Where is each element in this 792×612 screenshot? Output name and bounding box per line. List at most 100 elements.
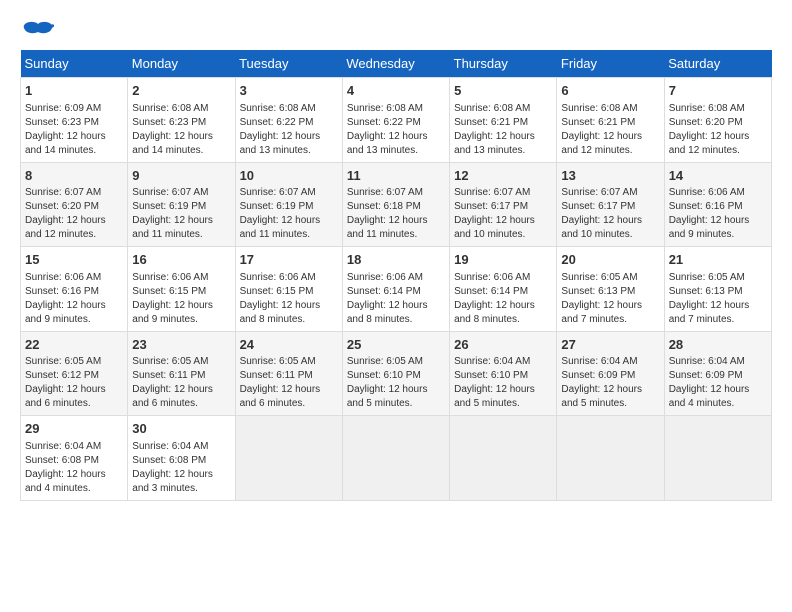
calendar-week-row: 8Sunrise: 6:07 AM Sunset: 6:20 PM Daylig… — [21, 162, 772, 247]
calendar-cell: 3 Sunrise: 6:08 AM Sunset: 6:22 PM Daylig… — [235, 78, 342, 163]
day-info: Sunrise: 6:06 AM Sunset: 6:16 PM Dayligh… — [25, 271, 123, 327]
day-info: Sunrise: 6:06 AM Sunset: 6:15 PM Dayligh… — [240, 271, 338, 327]
day-number: 23 — [132, 336, 230, 354]
day-number: 9 — [132, 167, 230, 185]
day-info: Sunrise: 6:08 AM Sunset: 6:22 PM Dayligh… — [347, 102, 445, 158]
calendar-cell: 28Sunrise: 6:04 AM Sunset: 6:09 PM Dayli… — [664, 331, 771, 416]
calendar-cell: 21 Sunrise: 6:05 AM Sunset: 6:13 PM Dayli… — [664, 247, 771, 332]
calendar-table: SundayMondayTuesdayWednesdayThursdayFrid… — [20, 50, 772, 501]
calendar-cell: 2 Sunrise: 6:08 AM Sunset: 6:23 PM Daylig… — [128, 78, 235, 163]
calendar-cell: 20 Sunrise: 6:05 AM Sunset: 6:13 PM Dayli… — [557, 247, 664, 332]
logo — [20, 20, 56, 40]
header-saturday: Saturday — [664, 50, 771, 78]
calendar-cell: 22Sunrise: 6:05 AM Sunset: 6:12 PM Dayli… — [21, 331, 128, 416]
calendar-cell — [342, 416, 449, 501]
day-info: Sunrise: 6:05 AM Sunset: 6:11 PM Dayligh… — [240, 355, 338, 411]
day-number: 2 — [132, 82, 230, 100]
day-info: Sunrise: 6:08 AM Sunset: 6:21 PM Dayligh… — [561, 102, 659, 158]
logo-bird-icon — [22, 20, 54, 40]
day-info: Sunrise: 6:04 AM Sunset: 6:09 PM Dayligh… — [669, 355, 767, 411]
day-number: 24 — [240, 336, 338, 354]
calendar-cell: 12Sunrise: 6:07 AM Sunset: 6:17 PM Dayli… — [450, 162, 557, 247]
calendar-cell: 9Sunrise: 6:07 AM Sunset: 6:19 PM Daylig… — [128, 162, 235, 247]
calendar-cell: 15 Sunrise: 6:06 AM Sunset: 6:16 PM Dayli… — [21, 247, 128, 332]
calendar-cell: 17 Sunrise: 6:06 AM Sunset: 6:15 PM Dayli… — [235, 247, 342, 332]
day-number: 11 — [347, 167, 445, 185]
calendar-cell: 29 Sunrise: 6:04 AM Sunset: 6:08 PM Dayli… — [21, 416, 128, 501]
day-info: Sunrise: 6:05 AM Sunset: 6:12 PM Dayligh… — [25, 355, 123, 411]
calendar-cell: 5 Sunrise: 6:08 AM Sunset: 6:21 PM Daylig… — [450, 78, 557, 163]
calendar-cell — [557, 416, 664, 501]
day-number: 13 — [561, 167, 659, 185]
day-info: Sunrise: 6:07 AM Sunset: 6:19 PM Dayligh… — [240, 186, 338, 242]
calendar-cell — [450, 416, 557, 501]
day-info: Sunrise: 6:07 AM Sunset: 6:18 PM Dayligh… — [347, 186, 445, 242]
calendar-cell: 11Sunrise: 6:07 AM Sunset: 6:18 PM Dayli… — [342, 162, 449, 247]
day-info: Sunrise: 6:07 AM Sunset: 6:17 PM Dayligh… — [454, 186, 552, 242]
day-info: Sunrise: 6:05 AM Sunset: 6:10 PM Dayligh… — [347, 355, 445, 411]
calendar-cell: 8Sunrise: 6:07 AM Sunset: 6:20 PM Daylig… — [21, 162, 128, 247]
day-info: Sunrise: 6:06 AM Sunset: 6:14 PM Dayligh… — [454, 271, 552, 327]
calendar-week-row: 22Sunrise: 6:05 AM Sunset: 6:12 PM Dayli… — [21, 331, 772, 416]
day-number: 12 — [454, 167, 552, 185]
calendar-week-row: 29 Sunrise: 6:04 AM Sunset: 6:08 PM Dayli… — [21, 416, 772, 501]
day-number: 18 — [347, 251, 445, 269]
calendar-cell: 23Sunrise: 6:05 AM Sunset: 6:11 PM Dayli… — [128, 331, 235, 416]
header-monday: Monday — [128, 50, 235, 78]
day-info: Sunrise: 6:05 AM Sunset: 6:13 PM Dayligh… — [561, 271, 659, 327]
header-friday: Friday — [557, 50, 664, 78]
day-info: Sunrise: 6:08 AM Sunset: 6:23 PM Dayligh… — [132, 102, 230, 158]
day-info: Sunrise: 6:08 AM Sunset: 6:22 PM Dayligh… — [240, 102, 338, 158]
day-info: Sunrise: 6:04 AM Sunset: 6:10 PM Dayligh… — [454, 355, 552, 411]
day-number: 22 — [25, 336, 123, 354]
day-number: 4 — [347, 82, 445, 100]
calendar-cell: 30 Sunrise: 6:04 AM Sunset: 6:08 PM Dayli… — [128, 416, 235, 501]
header-wednesday: Wednesday — [342, 50, 449, 78]
day-number: 3 — [240, 82, 338, 100]
calendar-cell: 7 Sunrise: 6:08 AM Sunset: 6:20 PM Daylig… — [664, 78, 771, 163]
day-number: 14 — [669, 167, 767, 185]
day-info: Sunrise: 6:04 AM Sunset: 6:08 PM Dayligh… — [25, 440, 123, 496]
calendar-week-row: 1 Sunrise: 6:09 AM Sunset: 6:23 PM Daylig… — [21, 78, 772, 163]
header-thursday: Thursday — [450, 50, 557, 78]
calendar-cell: 24Sunrise: 6:05 AM Sunset: 6:11 PM Dayli… — [235, 331, 342, 416]
calendar-cell: 16 Sunrise: 6:06 AM Sunset: 6:15 PM Dayli… — [128, 247, 235, 332]
day-number: 7 — [669, 82, 767, 100]
header-sunday: Sunday — [21, 50, 128, 78]
day-number: 30 — [132, 420, 230, 438]
day-number: 16 — [132, 251, 230, 269]
calendar-cell — [664, 416, 771, 501]
day-number: 15 — [25, 251, 123, 269]
day-info: Sunrise: 6:06 AM Sunset: 6:15 PM Dayligh… — [132, 271, 230, 327]
calendar-cell: 4 Sunrise: 6:08 AM Sunset: 6:22 PM Daylig… — [342, 78, 449, 163]
calendar-week-row: 15 Sunrise: 6:06 AM Sunset: 6:16 PM Dayli… — [21, 247, 772, 332]
day-info: Sunrise: 6:09 AM Sunset: 6:23 PM Dayligh… — [25, 102, 123, 158]
day-info: Sunrise: 6:08 AM Sunset: 6:21 PM Dayligh… — [454, 102, 552, 158]
calendar-cell: 1 Sunrise: 6:09 AM Sunset: 6:23 PM Daylig… — [21, 78, 128, 163]
calendar-cell: 27Sunrise: 6:04 AM Sunset: 6:09 PM Dayli… — [557, 331, 664, 416]
day-number: 5 — [454, 82, 552, 100]
day-info: Sunrise: 6:05 AM Sunset: 6:13 PM Dayligh… — [669, 271, 767, 327]
day-number: 29 — [25, 420, 123, 438]
calendar-cell: 25Sunrise: 6:05 AM Sunset: 6:10 PM Dayli… — [342, 331, 449, 416]
day-number: 19 — [454, 251, 552, 269]
calendar-cell: 10Sunrise: 6:07 AM Sunset: 6:19 PM Dayli… — [235, 162, 342, 247]
calendar-cell: 19 Sunrise: 6:06 AM Sunset: 6:14 PM Dayli… — [450, 247, 557, 332]
day-number: 8 — [25, 167, 123, 185]
day-info: Sunrise: 6:08 AM Sunset: 6:20 PM Dayligh… — [669, 102, 767, 158]
day-number: 1 — [25, 82, 123, 100]
day-info: Sunrise: 6:07 AM Sunset: 6:19 PM Dayligh… — [132, 186, 230, 242]
calendar-cell: 26Sunrise: 6:04 AM Sunset: 6:10 PM Dayli… — [450, 331, 557, 416]
calendar-cell — [235, 416, 342, 501]
header-tuesday: Tuesday — [235, 50, 342, 78]
day-number: 28 — [669, 336, 767, 354]
day-number: 17 — [240, 251, 338, 269]
day-number: 10 — [240, 167, 338, 185]
day-number: 20 — [561, 251, 659, 269]
day-info: Sunrise: 6:05 AM Sunset: 6:11 PM Dayligh… — [132, 355, 230, 411]
header-row: SundayMondayTuesdayWednesdayThursdayFrid… — [21, 50, 772, 78]
day-info: Sunrise: 6:07 AM Sunset: 6:17 PM Dayligh… — [561, 186, 659, 242]
day-info: Sunrise: 6:04 AM Sunset: 6:08 PM Dayligh… — [132, 440, 230, 496]
page-header — [20, 20, 772, 40]
day-number: 21 — [669, 251, 767, 269]
